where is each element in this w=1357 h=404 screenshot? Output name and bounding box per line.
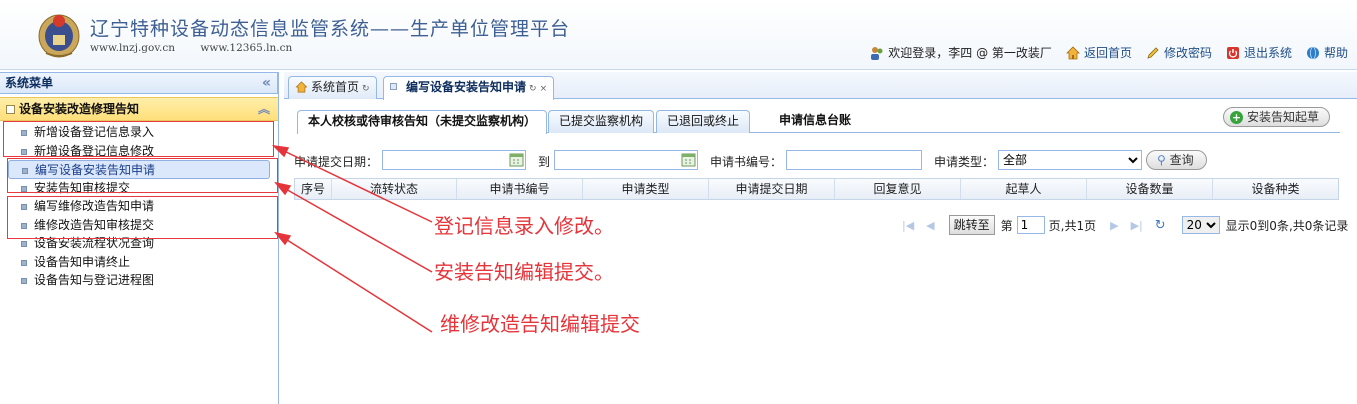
home-icon [295, 81, 308, 93]
change-password-label: 修改密码 [1163, 46, 1212, 60]
home-link-label: 返回首页 [1083, 46, 1132, 60]
next-page-icon[interactable]: ▶ [1110, 219, 1118, 232]
calendar-icon[interactable] [681, 153, 696, 167]
sidebar-title: 系统菜单 [5, 76, 54, 90]
menu-group-notification[interactable]: 设备安装改造修理告知 ︽ [0, 97, 278, 121]
annotation-repair: 维修改造告知编辑提交 [440, 312, 640, 336]
home-link[interactable]: 返回首页 [1065, 44, 1132, 61]
logout-link[interactable]: 退出系统 [1226, 44, 1292, 61]
col-equipment-type[interactable]: 设备种类 [1213, 179, 1338, 199]
app-header: 辽宁特种设备动态信息监管系统——生产单位管理平台 www.lnzj.gov.cn… [0, 0, 1357, 70]
tab-close-icon[interactable]: × [540, 84, 548, 94]
tab-refresh-icon[interactable]: ↻ [529, 84, 537, 94]
sidebar-item-label: 设备告知与登记进程图 [34, 273, 155, 287]
collapse-left-icon[interactable]: « [262, 73, 271, 94]
home-icon [1065, 45, 1080, 59]
grid-header: 序号 流转状态 申请书编号 申请类型 申请提交日期 回复意见 起草人 设备数量 … [294, 178, 1339, 200]
prev-page-icon[interactable]: ◀ [926, 219, 934, 232]
number-label: 申请书编号： [710, 155, 783, 169]
sidebar-item-progress-chart[interactable]: 设备告知与登记进程图 [0, 271, 278, 290]
help-globe-icon [1306, 46, 1319, 59]
tab-install-notice[interactable]: 编写设备安装告知申请 ↻ × [383, 76, 555, 100]
sidebar-item-notice-terminate[interactable]: 设备告知申请终止 [0, 253, 278, 272]
pagination-bar: |◀ ◀ 跳转至 第 页,共1页 ▶ ▶| ↻ 20 显示0到0条,共0条记录 [896, 214, 1348, 236]
application-number-input[interactable] [786, 150, 922, 170]
tab-refresh-icon[interactable]: ↻ [362, 84, 370, 94]
help-label: 帮助 [1323, 46, 1348, 60]
page-size-select[interactable]: 20 [1181, 216, 1220, 234]
annotation-install: 安装告知编辑提交。 [434, 260, 614, 284]
website-1: www.lnzj.gov.cn [90, 42, 176, 54]
draft-notice-label: 安装告知起草 [1246, 110, 1319, 124]
tab-bar: 系统首页 ↻ 编写设备安装告知申请 ↻ × [284, 72, 1357, 100]
tab-label: 系统首页 [311, 80, 360, 94]
help-link[interactable]: 帮助 [1306, 44, 1348, 61]
end-date-input[interactable] [554, 150, 698, 170]
page-prefix: 第 [1000, 218, 1013, 233]
top-toolbar: 欢迎登录，李四 @ 第一改装厂 返回首页 修改密码 退出系统 帮助 [870, 44, 1348, 61]
annotation-register: 登记信息录入修改。 [434, 214, 614, 238]
application-type-select[interactable]: 全部 [998, 150, 1142, 170]
subtab-pending[interactable]: 本人校核或待审核告知（未提交监察机构） [297, 110, 548, 134]
system-websites: www.lnzj.gov.cn www.12365.ln.cn [90, 42, 314, 54]
page-icon [390, 83, 397, 90]
type-label: 申请类型： [934, 155, 995, 169]
filter-bar: 申请提交日期： 到 申请书编号： 申请类型： 全部 ⚲ 查询 [294, 150, 1339, 172]
start-date-input[interactable] [382, 150, 526, 170]
change-password-link[interactable]: 修改密码 [1146, 44, 1212, 61]
sidebar-item-label: 设备告知申请终止 [34, 254, 131, 269]
jump-button[interactable]: 跳转至 [948, 215, 995, 235]
user-icon [871, 46, 883, 60]
col-status[interactable]: 流转状态 [332, 179, 457, 199]
sidebar-header: 系统菜单 « [0, 72, 278, 94]
query-button[interactable]: ⚲ 查询 [1146, 150, 1207, 170]
col-app-number[interactable]: 申请书编号 [457, 179, 583, 199]
folder-icon [6, 105, 15, 114]
subtab-ledger[interactable]: 申请信息台账 [769, 110, 861, 133]
col-app-type[interactable]: 申请类型 [583, 179, 709, 199]
col-index[interactable]: 序号 [295, 179, 332, 199]
power-icon [1226, 46, 1239, 59]
highlight-box-register [3, 121, 274, 157]
draft-notice-button[interactable]: + 安装告知起草 [1222, 107, 1330, 127]
to-label: 到 [538, 155, 551, 169]
record-summary: 显示0到0条,共0条记录 [1225, 218, 1349, 233]
last-page-icon[interactable]: ▶| [1131, 219, 1143, 232]
website-2: www.12365.ln.cn [200, 42, 293, 54]
logout-label: 退出系统 [1243, 46, 1292, 60]
col-reply[interactable]: 回复意见 [835, 179, 961, 199]
col-drafter[interactable]: 起草人 [961, 179, 1087, 199]
highlight-box-repair [7, 196, 278, 239]
search-icon: ⚲ [1157, 153, 1166, 167]
first-page-icon[interactable]: |◀ [902, 219, 914, 232]
subtab-submitted[interactable]: 已提交监察机构 [548, 110, 655, 133]
query-label: 查询 [1169, 153, 1194, 167]
highlight-box-install [7, 158, 278, 193]
subtab-returned[interactable]: 已退回或终止 [656, 110, 751, 133]
plus-icon: + [1229, 110, 1243, 124]
chevron-up-icon[interactable]: ︽ [258, 98, 270, 120]
welcome-user: 欢迎登录，李四 @ 第一改装厂 [870, 44, 1052, 61]
tab-label: 编写设备安装告知申请 [406, 80, 527, 94]
col-equipment-count[interactable]: 设备数量 [1087, 179, 1213, 199]
pencil-icon [1147, 46, 1159, 59]
sub-tab-bar: 本人校核或待审核告知（未提交监察机构） 已提交监察机构 已退回或终止 申请信息台… [297, 107, 1340, 134]
refresh-icon[interactable]: ↻ [1155, 218, 1166, 233]
page-suffix: 页,共1页 [1048, 218, 1097, 233]
date-label: 申请提交日期： [294, 155, 379, 169]
welcome-text: 欢迎登录，李四 @ 第一改装厂 [888, 46, 1052, 60]
col-submit-date[interactable]: 申请提交日期 [709, 179, 835, 199]
page-number-input[interactable] [1016, 216, 1045, 234]
calendar-icon[interactable] [509, 153, 524, 167]
system-title: 辽宁特种设备动态信息监管系统——生产单位管理平台 [90, 18, 571, 40]
emblem-logo-icon [38, 14, 80, 58]
menu-group-title: 设备安装改造修理告知 [19, 102, 140, 116]
tab-home[interactable]: 系统首页 ↻ [288, 76, 377, 99]
